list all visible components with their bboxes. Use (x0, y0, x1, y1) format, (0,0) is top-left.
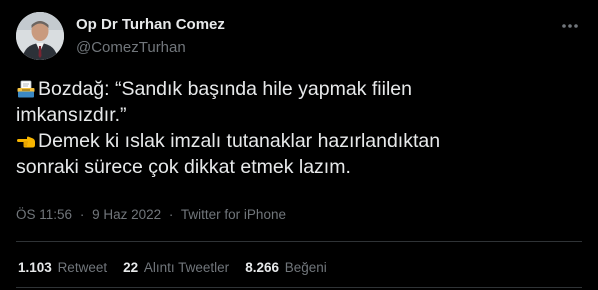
ballot-box-icon (16, 79, 36, 99)
likes-count: 8.266 (245, 260, 279, 275)
more-icon (562, 24, 578, 28)
tweet-text-line-text: sonraki sürece çok dikkat etmek lazım. (16, 156, 351, 178)
tweet-text-line-text: Demek ki ıslak imzalı tutanaklar hazırla… (38, 130, 441, 152)
meta-separator: · (168, 207, 174, 222)
tweet-time[interactable]: ÖS 11:56 (16, 207, 72, 222)
retweets-label: Retweet (57, 260, 108, 275)
tweet-text-line-text: imkansızdır.” (16, 104, 127, 126)
tweet-text: Bozdağ: “Sandık başında hile yapmak fiil… (16, 76, 582, 180)
likes-stat[interactable]: 8.266 Beğeni (245, 259, 327, 277)
tweet-date[interactable]: 9 Haz 2022 (92, 207, 161, 222)
likes-label: Beğeni (284, 260, 327, 275)
author-display-name[interactable]: Op Dr Turhan Comez (76, 15, 225, 34)
more-options-button[interactable] (558, 14, 582, 38)
quote-tweets-stat[interactable]: 22 Alıntı Tweetler (123, 259, 229, 277)
author-handle[interactable]: @ComezTurhan (76, 38, 225, 57)
meta-separator: · (79, 207, 85, 222)
retweets-stat[interactable]: 1.103 Retweet (18, 259, 107, 277)
divider (16, 287, 582, 288)
tweet-source[interactable]: Twitter for iPhone (181, 207, 286, 222)
tweet-card: Op Dr Turhan Comez @ComezTurhan Bozdağ: … (0, 0, 598, 290)
tweet-text-line: Bozdağ: “Sandık başında hile yapmak fiil… (16, 76, 582, 102)
divider (16, 241, 582, 242)
pointing-hand-icon (16, 131, 36, 151)
retweets-count: 1.103 (18, 260, 52, 275)
tweet-text-line-text: Bozdağ: “Sandık başında hile yapmak fiil… (38, 78, 412, 100)
tweet-text-line: sonraki sürece çok dikkat etmek lazım. (16, 154, 582, 180)
tweet-text-line: Demek ki ıslak imzalı tutanaklar hazırla… (16, 128, 582, 154)
quote-tweets-label: Alıntı Tweetler (143, 260, 230, 275)
quote-tweets-count: 22 (123, 260, 139, 275)
avatar[interactable] (16, 12, 64, 60)
author-info: Op Dr Turhan Comez @ComezTurhan (76, 15, 225, 57)
tweet-metadata: ÖS 11:56 · 9 Haz 2022 · Twitter for iPho… (16, 206, 286, 224)
tweet-stats: 1.103 Retweet 22 Alıntı Tweetler 8.266 B… (18, 259, 343, 277)
tweet-text-line: imkansızdır.” (16, 102, 582, 128)
